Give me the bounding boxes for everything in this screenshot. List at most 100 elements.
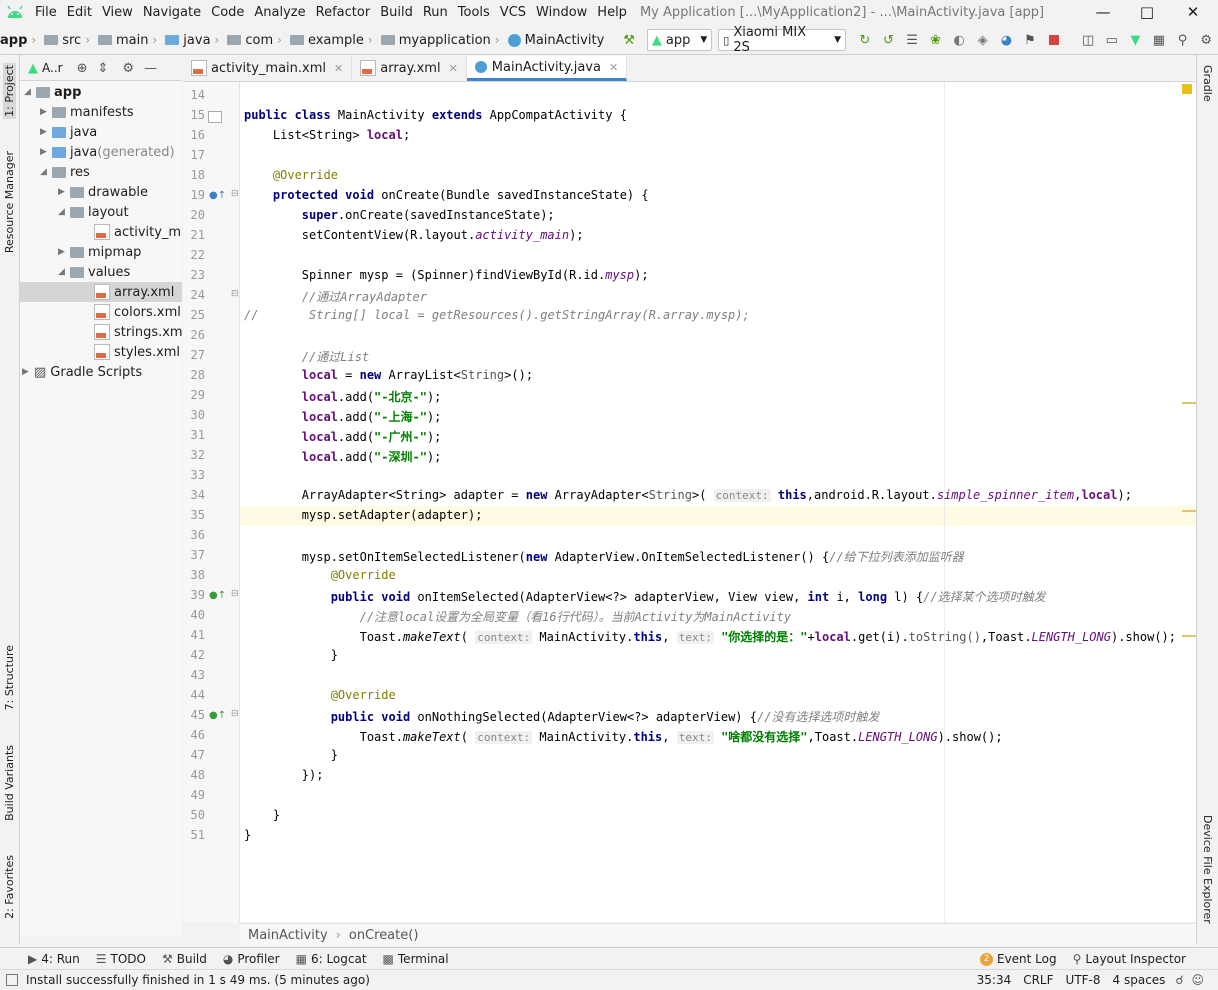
nav-crumb-com[interactable]: com › (227, 33, 286, 48)
apply-changes-icon[interactable]: ↻ (856, 31, 874, 49)
tree-node-strings-xml[interactable]: strings.xml (94, 322, 182, 342)
fold-icon[interactable]: ⊟ (231, 289, 239, 299)
tree-node-values[interactable]: ◢ values (58, 262, 130, 282)
nav-crumb-mainactivity[interactable]: MainActivity (507, 33, 604, 48)
apply-code-changes-icon[interactable]: ↺ (880, 31, 898, 49)
menu-vcs[interactable]: VCS (495, 5, 531, 20)
nav-crumb-myapplication[interactable]: myapplication › (380, 33, 504, 48)
profile-icon[interactable]: ◐ (950, 31, 968, 49)
tab-activity-main-xml[interactable]: activity_main.xml ✕ (183, 56, 353, 80)
class-gutter-icon[interactable] (208, 111, 222, 123)
debug-icon[interactable]: ❀ (927, 31, 945, 49)
implement-gutter-icon[interactable]: ●↑ (209, 710, 226, 721)
menu-help[interactable]: Help (592, 5, 632, 20)
nav-crumb-example[interactable]: example › (289, 33, 377, 48)
collapse-all-icon[interactable]: ⇕ (97, 61, 108, 76)
settings-icon[interactable]: ⚙ (1197, 31, 1215, 49)
event-log-tool-button[interactable]: 2 Event Log (979, 952, 1057, 966)
close-icon[interactable]: ✕ (449, 62, 458, 75)
attach-debugger-icon[interactable]: ◈ (974, 31, 992, 49)
warning-stripe-marker[interactable] (1182, 402, 1196, 404)
gradle-tool-button[interactable]: Gradle (1201, 65, 1214, 102)
list-icon[interactable]: ☰ (903, 31, 921, 49)
menu-edit[interactable]: Edit (62, 5, 97, 20)
tree-node-activity-main[interactable]: activity_main (94, 222, 182, 242)
menu-window[interactable]: Window (531, 5, 592, 20)
tree-node-colors-xml[interactable]: colors.xml (94, 302, 181, 322)
caret-position[interactable]: 35:34 (977, 973, 1012, 987)
nav-crumb-java[interactable]: java › (165, 33, 223, 48)
menu-refactor[interactable]: Refactor (311, 5, 376, 20)
maximize-button[interactable]: □ (1124, 0, 1170, 24)
stop-icon[interactable] (1045, 31, 1063, 49)
sync-project-icon[interactable]: ◫ (1079, 31, 1097, 49)
hide-panel-icon[interactable]: — (144, 61, 157, 76)
fold-icon[interactable]: ⊟ (231, 589, 239, 599)
terminal-tool-button[interactable]: ▩ Terminal (383, 952, 449, 966)
code-editor[interactable]: public class MainActivity extends AppCom… (240, 82, 1196, 922)
tree-node-gradle-scripts[interactable]: ▶ ▨ Gradle Scripts (22, 362, 142, 382)
implement-gutter-icon[interactable]: ●↑ (209, 590, 226, 601)
search-everywhere-icon[interactable]: ⚲ (1174, 31, 1192, 49)
tree-node-app[interactable]: ◢ app (24, 82, 81, 102)
gear-icon[interactable]: ⚙ (122, 61, 134, 76)
profiler-tool-button[interactable]: ◕ Profiler (223, 952, 280, 966)
project-view-selector[interactable]: A..r (42, 61, 63, 75)
nav-crumb-src[interactable]: src › (44, 33, 94, 48)
tree-node-mipmap[interactable]: ▶ mipmap (58, 242, 141, 262)
tree-node-java[interactable]: ▶ java (40, 122, 97, 142)
close-window-button[interactable]: ✕ (1170, 0, 1216, 24)
device-select[interactable]: ▯ Xiaomi MIX 2S ▼ (718, 25, 847, 55)
avd-manager-icon[interactable]: ▭ (1103, 31, 1121, 49)
fold-icon[interactable]: ⊟ (231, 709, 239, 719)
menu-tools[interactable]: Tools (453, 5, 495, 20)
hammer-icon[interactable]: ⚒ (620, 31, 638, 49)
nav-crumb-main[interactable]: main › (98, 33, 161, 48)
tab-mainactivity-java[interactable]: MainActivity.java ✕ (466, 56, 628, 81)
warning-stripe-marker[interactable] (1182, 635, 1196, 637)
project-tool-button[interactable]: 1: Project (3, 63, 16, 119)
panel-toggle-icon[interactable] (6, 974, 18, 986)
minimize-button[interactable]: — (1080, 0, 1126, 24)
layout-inspector-tool-button[interactable]: ⚲ Layout Inspector (1073, 952, 1186, 966)
tree-node-styles-xml[interactable]: styles.xml (94, 342, 180, 362)
locate-icon[interactable]: ⊕ (77, 61, 88, 76)
coverage-icon[interactable]: ⚑ (1021, 31, 1039, 49)
lock-icon[interactable]: ☌ (1175, 973, 1183, 987)
sdk-manager-icon[interactable]: ▼ (1127, 31, 1145, 49)
menu-code[interactable]: Code (206, 5, 249, 20)
close-icon[interactable]: ✕ (609, 61, 618, 74)
device-file-explorer-tool-button[interactable]: Device File Explorer (1201, 815, 1214, 924)
favorites-tool-button[interactable]: 2: Favorites (3, 855, 16, 919)
resource-manager-tool-button[interactable]: Resource Manager (3, 151, 16, 253)
tree-node-java-generated[interactable]: ▶ java (generated) (40, 142, 175, 162)
breadcrumb-class[interactable]: MainActivity (248, 928, 328, 943)
file-encoding[interactable]: UTF-8 (1066, 973, 1101, 987)
warning-stripe-marker[interactable] (1182, 510, 1196, 512)
close-icon[interactable]: ✕ (334, 62, 343, 75)
project-structure-icon[interactable]: ▦ (1150, 31, 1168, 49)
tree-node-manifests[interactable]: ▶ manifests (40, 102, 134, 122)
menu-analyze[interactable]: Analyze (249, 5, 310, 20)
indent-setting[interactable]: 4 spaces (1113, 973, 1166, 987)
build-tool-button[interactable]: ⚒ Build (162, 952, 207, 966)
logcat-tool-button[interactable]: ▦ 6: Logcat (296, 952, 367, 966)
override-gutter-icon[interactable]: ●↑ (209, 190, 226, 201)
tree-node-layout[interactable]: ◢ layout (58, 202, 129, 222)
inspector-icon[interactable]: ☺ (1191, 973, 1204, 987)
gauge-icon[interactable]: ◕ (998, 31, 1016, 49)
todo-tool-button[interactable]: ☰ TODO (96, 952, 146, 966)
tree-node-drawable[interactable]: ▶ drawable (58, 182, 148, 202)
tab-array-xml[interactable]: array.xml ✕ (352, 56, 467, 80)
menu-file[interactable]: File (30, 5, 62, 20)
run-tool-button[interactable]: ▶ 4: Run (28, 952, 80, 966)
tree-node-array-xml[interactable]: array.xml (20, 282, 182, 302)
menu-view[interactable]: View (97, 5, 138, 20)
nav-crumb-app[interactable]: app › (0, 33, 40, 48)
fold-icon[interactable]: ⊟ (231, 189, 239, 199)
tree-node-res[interactable]: ◢ res (40, 162, 90, 182)
menu-run[interactable]: Run (418, 5, 453, 20)
status-message[interactable]: Install successfully finished in 1 s 49 … (26, 973, 370, 987)
build-variants-tool-button[interactable]: Build Variants (3, 745, 16, 821)
breadcrumb-method[interactable]: onCreate() (349, 928, 419, 943)
